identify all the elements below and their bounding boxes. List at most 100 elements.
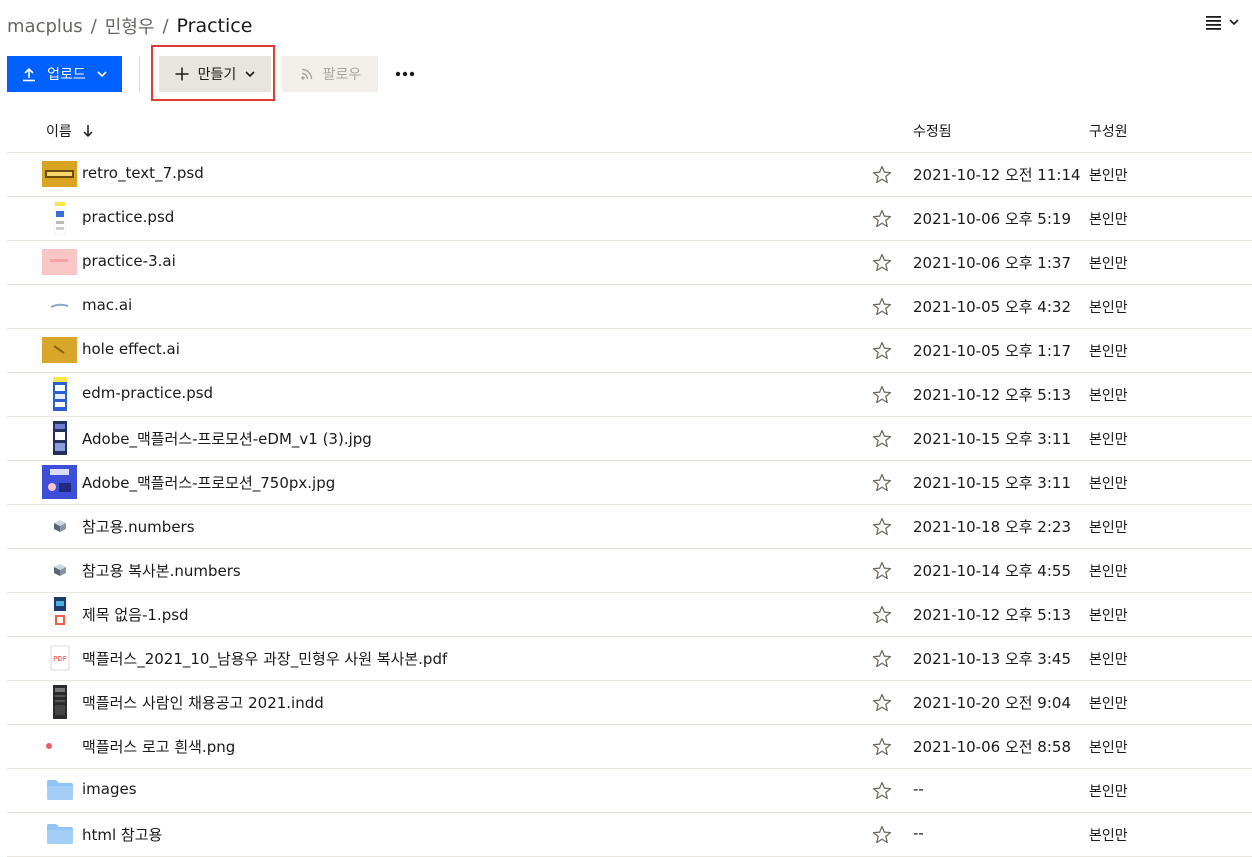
modified-date: 2021-10-12 오전 11:14: [913, 166, 1081, 184]
modified-date: 2021-10-13 오후 3:45: [913, 650, 1071, 668]
modified-date: 2021-10-06 오후 1:37: [913, 254, 1071, 272]
star-icon[interactable]: [871, 560, 893, 582]
untitled-psd-thumbnail: [42, 597, 77, 631]
file-name[interactable]: practice-3.ai: [82, 252, 176, 270]
numbers-icon: [42, 512, 77, 540]
file-name[interactable]: Adobe_맥플러스-프로모션-eDM_v1 (3).jpg: [82, 428, 372, 449]
file-name[interactable]: mac.ai: [82, 296, 132, 314]
members: 본인만: [1089, 168, 1128, 184]
table-row[interactable]: practice.psd 2021-10-06 오후 5:19 본인만: [7, 197, 1252, 241]
star-icon[interactable]: [871, 780, 893, 802]
promo-jpg-thumbnail: [42, 465, 77, 499]
upload-icon: [23, 67, 36, 82]
breadcrumb-separator: /: [162, 15, 169, 37]
table-row[interactable]: edm-practice.psd 2021-10-12 오후 5:13 본인만: [7, 373, 1252, 417]
table-row[interactable]: images -- 본인만: [7, 769, 1252, 813]
file-name[interactable]: retro_text_7.psd: [82, 164, 204, 182]
column-header-name[interactable]: 이름: [46, 121, 94, 141]
file-name[interactable]: hole effect.ai: [82, 340, 180, 358]
column-header-modified[interactable]: 수정됨: [913, 121, 952, 141]
numbers-icon: [42, 556, 77, 584]
members: 본인만: [1089, 432, 1128, 448]
star-icon[interactable]: [871, 208, 893, 230]
file-name[interactable]: 맥플러스 사람인 채용공고 2021.indd: [82, 692, 324, 713]
breadcrumb-separator: /: [90, 15, 97, 37]
indd-thumbnail: [42, 685, 77, 719]
members: 본인만: [1089, 652, 1128, 668]
star-icon[interactable]: [871, 384, 893, 406]
table-row[interactable]: html 참고용 -- 본인만: [7, 813, 1252, 857]
members: 본인만: [1089, 300, 1128, 316]
star-icon[interactable]: [871, 340, 893, 362]
star-icon[interactable]: [871, 692, 893, 714]
star-icon[interactable]: [871, 252, 893, 274]
breadcrumb-user[interactable]: 민형우: [105, 13, 155, 39]
members: 본인만: [1089, 784, 1128, 800]
star-icon[interactable]: [871, 824, 893, 846]
modified-date: 2021-10-12 오후 5:13: [913, 606, 1071, 624]
file-name[interactable]: 제목 없음-1.psd: [82, 604, 189, 625]
star-icon[interactable]: [871, 296, 893, 318]
table-row[interactable]: hole effect.ai 2021-10-05 오후 1:17 본인만: [7, 329, 1252, 373]
sort-arrow-down-icon: [83, 125, 93, 138]
follow-button[interactable]: 팔로우: [282, 56, 378, 92]
modified-date: 2021-10-12 오후 5:13: [913, 386, 1071, 404]
logo-png-thumbnail: [42, 732, 77, 760]
table-row[interactable]: 맥플러스 로고 흰색.png 2021-10-06 오전 8:58 본인만: [7, 725, 1252, 769]
toolbar: 업로드 만들기 팔로우: [7, 45, 1252, 101]
star-icon[interactable]: [871, 604, 893, 626]
table-row[interactable]: retro_text_7.psd 2021-10-12 오전 11:14 본인만: [7, 153, 1252, 197]
table-row[interactable]: Adobe_맥플러스-프로모션-eDM_v1 (3).jpg 2021-10-15…: [7, 417, 1252, 461]
star-icon[interactable]: [871, 648, 893, 670]
column-header-members[interactable]: 구성원: [1089, 121, 1128, 141]
star-icon[interactable]: [871, 164, 893, 186]
file-name[interactable]: practice.psd: [82, 208, 174, 226]
members: 본인만: [1089, 520, 1128, 536]
file-name[interactable]: 맥플러스 로고 흰색.png: [82, 736, 235, 757]
table-row[interactable]: 제목 없음-1.psd 2021-10-12 오후 5:13 본인만: [7, 593, 1252, 637]
file-name[interactable]: 맥플러스_2021_10_남용우 과장_민형우 사원 복사본.pdf: [82, 648, 447, 669]
more-options-button[interactable]: [392, 62, 418, 86]
breadcrumb-root[interactable]: macplus: [7, 16, 83, 37]
list-view-icon: [1206, 16, 1221, 30]
folder-icon: [42, 776, 77, 804]
members: 본인만: [1089, 344, 1128, 360]
upload-button[interactable]: 업로드: [7, 56, 122, 92]
modified-date: --: [913, 780, 924, 798]
table-header: 이름 수정됨 구성원: [7, 108, 1252, 153]
file-name[interactable]: 참고용 복사본.numbers: [82, 560, 241, 581]
breadcrumb: macplus / 민형우 / Practice: [7, 13, 252, 39]
modified-date: 2021-10-05 오후 1:17: [913, 342, 1071, 360]
table-row[interactable]: practice-3.ai 2021-10-06 오후 1:37 본인만: [7, 241, 1252, 285]
more-icon: [395, 71, 415, 77]
star-icon[interactable]: [871, 736, 893, 758]
file-name[interactable]: Adobe_맥플러스-프로모션_750px.jpg: [82, 472, 335, 493]
table-row[interactable]: 참고용.numbers 2021-10-18 오후 2:23 본인만: [7, 505, 1252, 549]
modified-date: 2021-10-15 오후 3:11: [913, 430, 1071, 448]
members: 본인만: [1089, 828, 1128, 844]
file-name[interactable]: 참고용.numbers: [82, 516, 195, 537]
file-name[interactable]: edm-practice.psd: [82, 384, 213, 402]
file-name[interactable]: images: [82, 780, 137, 798]
modified-date: 2021-10-18 오후 2:23: [913, 518, 1071, 536]
table-row[interactable]: Adobe_맥플러스-프로모션_750px.jpg 2021-10-15 오후 3…: [7, 461, 1252, 505]
edm-jpg-thumbnail: [42, 421, 77, 455]
members: 본인만: [1089, 212, 1128, 228]
table-row[interactable]: mac.ai 2021-10-05 오후 4:32 본인만: [7, 285, 1252, 329]
page-title: Practice: [176, 15, 253, 37]
star-icon[interactable]: [871, 472, 893, 494]
follow-button-label: 팔로우: [322, 67, 362, 83]
star-icon[interactable]: [871, 428, 893, 450]
star-icon[interactable]: [871, 516, 893, 538]
members: 본인만: [1089, 696, 1128, 712]
table-row[interactable]: 맥플러스 사람인 채용공고 2021.indd 2021-10-20 오전 9:0…: [7, 681, 1252, 725]
view-toggle-button[interactable]: [1205, 14, 1240, 30]
toolbar-divider: [139, 56, 140, 92]
file-name[interactable]: html 참고용: [82, 824, 162, 845]
table-row[interactable]: PDF 맥플러스_2021_10_남용우 과장_민형우 사원 복사본.pdf 202…: [7, 637, 1252, 681]
modified-date: 2021-10-15 오후 3:11: [913, 474, 1071, 492]
modified-date: 2021-10-14 오후 4:55: [913, 562, 1071, 580]
table-row[interactable]: 참고용 복사본.numbers 2021-10-14 오후 4:55 본인만: [7, 549, 1252, 593]
column-name-label: 이름: [46, 124, 72, 140]
svg-text:PDF: PDF: [53, 655, 67, 663]
